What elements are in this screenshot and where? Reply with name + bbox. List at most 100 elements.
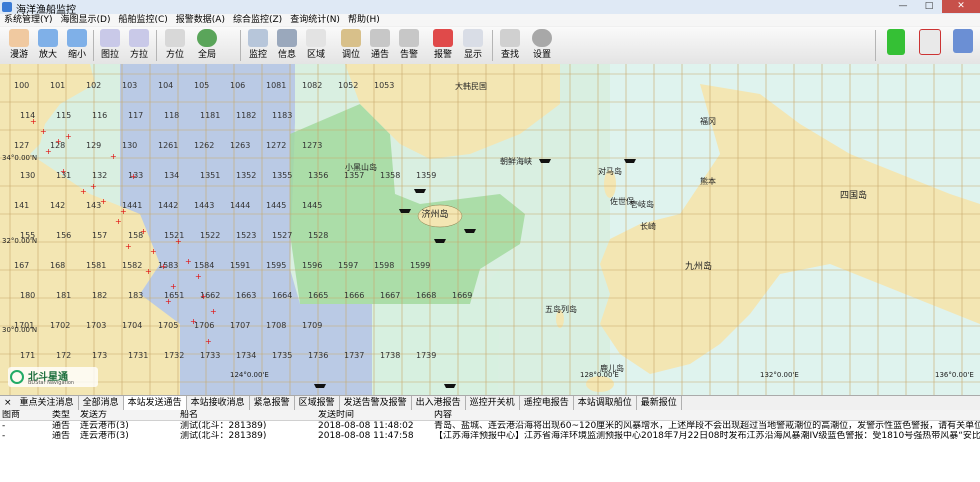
- alarm-button[interactable]: 报警: [430, 29, 456, 63]
- header-cell[interactable]: 类型: [50, 410, 78, 420]
- close-icon[interactable]: ×: [0, 396, 16, 410]
- tab-emergency-alarm[interactable]: 紧急报警: [250, 396, 295, 410]
- vessel-marker[interactable]: +: [55, 137, 62, 146]
- tab-received-messages[interactable]: 本站接收消息: [187, 396, 250, 410]
- zoom-out-button[interactable]: 缩小: [64, 29, 90, 63]
- close-button[interactable]: ✕: [942, 0, 980, 13]
- tab-latest-report[interactable]: 最新报位: [637, 396, 682, 410]
- vessel-marker[interactable]: +: [60, 167, 67, 176]
- ship-icon[interactable]: [399, 209, 411, 213]
- ship-icon[interactable]: [624, 159, 636, 163]
- tab-send-warning[interactable]: 发送告警及报警: [340, 396, 412, 410]
- settings-button[interactable]: 设置: [529, 29, 555, 63]
- tab-key-messages[interactable]: 重点关注消息: [16, 396, 79, 410]
- network-button[interactable]: [950, 29, 976, 63]
- vessel-marker[interactable]: +: [65, 132, 72, 141]
- vessel-marker[interactable]: +: [195, 272, 202, 281]
- display-button[interactable]: 显示: [460, 29, 486, 63]
- vessel-marker[interactable]: +: [150, 247, 157, 256]
- bearing-button[interactable]: 方位: [162, 29, 188, 63]
- vessel-marker[interactable]: +: [190, 317, 197, 326]
- vessel-marker[interactable]: +: [140, 227, 147, 236]
- menu-alarm-data[interactable]: 报警数据(A): [172, 14, 229, 26]
- hand-icon: [9, 29, 29, 47]
- tab-power-switch[interactable]: 巡控开关机: [466, 396, 520, 410]
- table-row[interactable]: - 通告 连云港市(3) 测试(北斗：281389) 2018-08-08 11…: [0, 421, 980, 431]
- vessel-marker[interactable]: +: [120, 207, 127, 216]
- table-row[interactable]: - 通告 连云港市(3) 测试(北斗：281389) 2018-08-08 11…: [0, 431, 980, 441]
- maximize-button[interactable]: □: [916, 0, 942, 13]
- map-canvas[interactable]: 100 101 102 103 104 105 106 1081 1082 1052 1053114…: [0, 64, 980, 395]
- tab-telegram-report[interactable]: 遥控电报告: [520, 396, 574, 410]
- tab-all-messages[interactable]: 全部消息: [79, 396, 124, 410]
- vessel-marker[interactable]: +: [170, 282, 177, 291]
- menu-integrated-monitor[interactable]: 综合监控(Z): [229, 14, 286, 26]
- info-button[interactable]: 信息: [274, 29, 300, 63]
- vessel-marker[interactable]: +: [125, 242, 132, 251]
- vessel-marker[interactable]: +: [145, 267, 152, 276]
- search-button[interactable]: 查找: [497, 29, 523, 63]
- vessel-marker[interactable]: +: [45, 147, 52, 156]
- header-cell[interactable]: 发送时间: [316, 410, 432, 420]
- vessel-marker[interactable]: +: [40, 127, 47, 136]
- grid-cell-label: 143: [86, 201, 101, 210]
- vessel-marker[interactable]: +: [90, 182, 97, 191]
- header-cell[interactable]: 图商: [0, 410, 50, 420]
- warning-satellite-icon: [399, 29, 419, 47]
- coord-label-32n: 32°0.00'N: [2, 237, 37, 245]
- ship-icon[interactable]: [539, 159, 551, 163]
- square-zoom-button[interactable]: 方拉: [126, 29, 152, 63]
- grid-cell-label: 1523: [236, 231, 256, 240]
- grid-cell-label: 1052: [338, 81, 358, 90]
- notice-button[interactable]: 通告: [367, 29, 393, 63]
- vessel-marker[interactable]: +: [30, 117, 37, 126]
- ship-icon[interactable]: [434, 239, 446, 243]
- tab-area-alarm[interactable]: 区域报警: [295, 396, 340, 410]
- menu-help[interactable]: 帮助(H): [344, 14, 384, 26]
- box-zoom-button[interactable]: 图拉: [97, 29, 123, 63]
- area-button[interactable]: 区域: [303, 29, 329, 63]
- vessel-marker[interactable]: +: [115, 217, 122, 226]
- full-extent-button[interactable]: 全局: [194, 29, 220, 63]
- chart-map[interactable]: 100 101 102 103 104 105 106 1081 1082 1052 1053 114…: [0, 64, 980, 395]
- warning-button[interactable]: 告警: [396, 29, 422, 63]
- minimize-button[interactable]: —: [890, 0, 916, 13]
- vessel-marker[interactable]: +: [175, 237, 182, 246]
- ship-icon[interactable]: [314, 384, 326, 388]
- vessel-marker[interactable]: +: [185, 257, 192, 266]
- vessel-marker[interactable]: +: [205, 337, 212, 346]
- vessel-marker[interactable]: +: [210, 307, 217, 316]
- position-button[interactable]: 调位: [338, 29, 364, 63]
- menu-query-statistics[interactable]: 查询统计(N): [286, 14, 344, 26]
- monitor-button[interactable]: 监控: [245, 29, 271, 63]
- vessel-marker[interactable]: +: [200, 292, 207, 301]
- header-cell[interactable]: 船名: [178, 410, 316, 420]
- ship-icon[interactable]: [464, 229, 476, 233]
- tab-sent-notices[interactable]: 本站发送通告: [123, 396, 187, 410]
- ship-icon[interactable]: [444, 384, 456, 388]
- place-label-kyushu: 九州岛: [685, 260, 712, 272]
- vessel-marker[interactable]: +: [100, 197, 107, 206]
- coord-label-128e: 128°0.00'E: [580, 371, 619, 379]
- menu-chart-display[interactable]: 海图显示(D): [57, 14, 115, 26]
- vessel-marker[interactable]: +: [80, 187, 87, 196]
- grid-cell-label: 1707: [230, 321, 250, 330]
- grid-cell-label: 1522: [200, 231, 220, 240]
- ship-icon[interactable]: [414, 189, 426, 193]
- menu-vessel-monitor[interactable]: 船舶监控(C): [114, 14, 171, 26]
- vessel-marker[interactable]: +: [160, 262, 167, 271]
- menu-system[interactable]: 系统管理(Y): [0, 14, 57, 26]
- vessel-marker[interactable]: +: [165, 297, 172, 306]
- status-light[interactable]: [883, 29, 909, 63]
- vessel-marker[interactable]: +: [130, 172, 137, 181]
- zoom-in-button[interactable]: 放大: [35, 29, 61, 63]
- vessel-marker[interactable]: +: [110, 152, 117, 161]
- sos-broadcast-button[interactable]: [917, 29, 943, 63]
- tab-fetch-position[interactable]: 本站调取船位: [574, 396, 637, 410]
- pan-button[interactable]: 漫游: [6, 29, 32, 63]
- grid-cell-label: 1082: [302, 81, 322, 90]
- header-cell[interactable]: 内容: [432, 410, 980, 420]
- tab-port-report[interactable]: 出入港报告: [412, 396, 466, 410]
- place-label-jeju: 济州岛: [421, 208, 448, 220]
- header-cell[interactable]: 发送方: [78, 410, 178, 420]
